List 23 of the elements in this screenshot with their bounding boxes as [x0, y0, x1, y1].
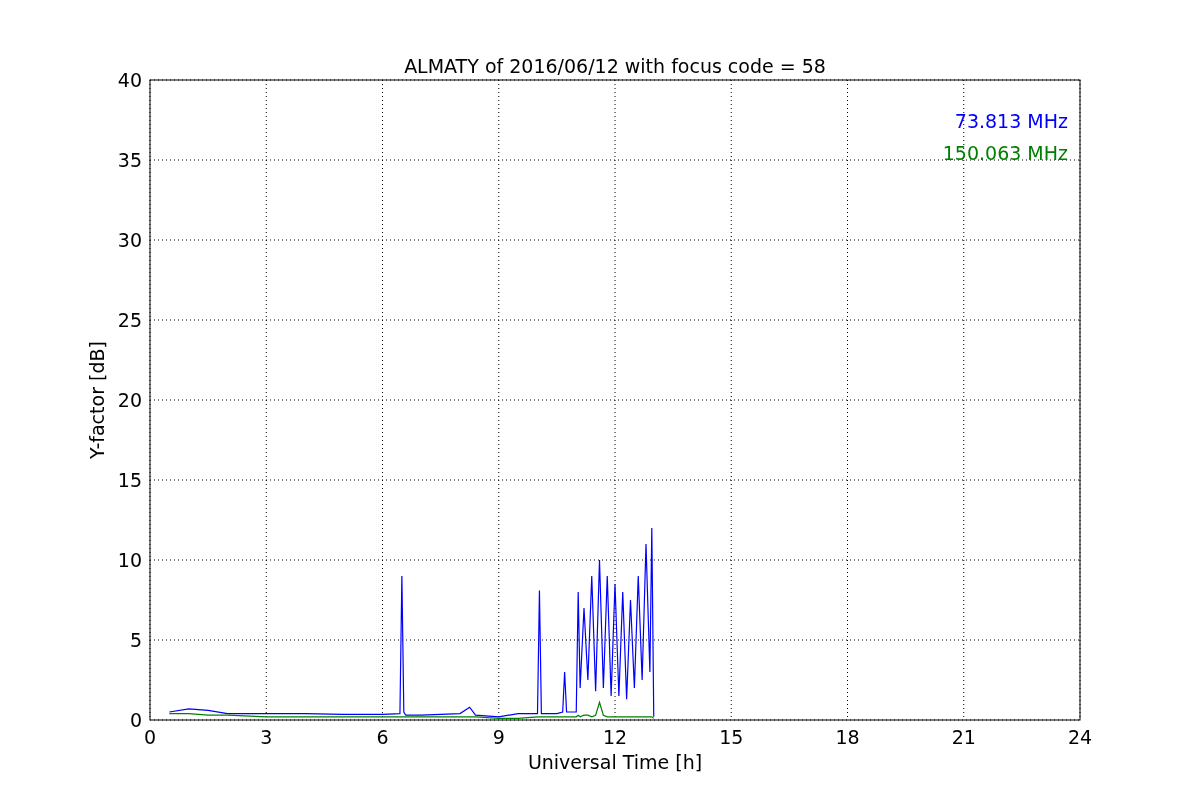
x-tick-label: 6 [376, 726, 389, 748]
y-tick-label: 20 [117, 389, 142, 411]
x-tick-label: 12 [602, 726, 628, 748]
x-tick-label: 21 [951, 726, 976, 748]
y-tick-label: 15 [117, 469, 142, 491]
chart-title: ALMATY of 2016/06/12 with focus code = 58 [404, 55, 826, 77]
y-axis-label: Y-factor [dB] [86, 341, 108, 459]
x-axis-label: Universal Time [h] [527, 751, 703, 773]
x-tick-label: 18 [835, 726, 860, 748]
legend-label: 73.813 MHz [954, 110, 1068, 132]
y-tick-label: 30 [117, 229, 142, 251]
x-tick-label: 15 [719, 726, 744, 748]
y-tick-label: 35 [117, 149, 142, 171]
y-tick-label: 10 [117, 549, 142, 571]
x-tick-label: 9 [492, 726, 505, 748]
x-tick-label: 0 [143, 726, 157, 748]
y-tick-label: 5 [129, 629, 142, 651]
y-tick-label: 40 [117, 69, 142, 91]
x-tick-label: 24 [1067, 726, 1093, 748]
y-tick-label: 0 [129, 709, 142, 731]
x-tick-label: 3 [260, 726, 273, 748]
legend-label: 150.063 MHz [942, 142, 1068, 164]
y-tick-label: 25 [117, 309, 142, 331]
